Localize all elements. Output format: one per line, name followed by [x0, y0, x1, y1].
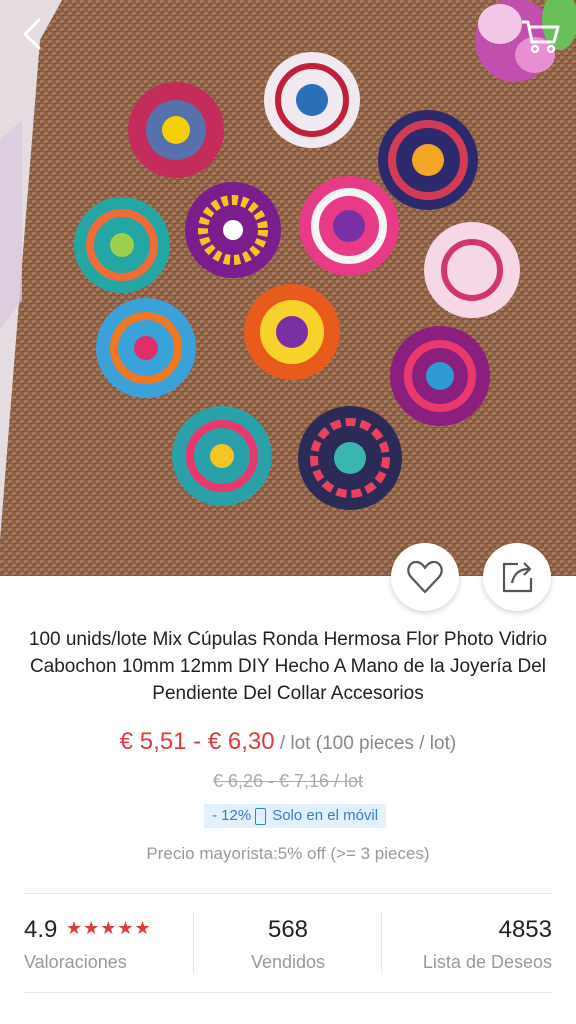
discount-percent: - 12% — [212, 807, 252, 824]
price-range: € 5,51 - € 6,30 — [119, 728, 275, 755]
share-icon — [502, 562, 533, 593]
product-title: 100 unids/lote Mix Cúpulas Ronda Hermosa… — [28, 629, 548, 704]
rating-stat[interactable]: 4.9 ★★★★★ Valoraciones — [24, 894, 194, 992]
rating-value: 4.9 — [24, 916, 58, 943]
sold-stat: 568 Vendidos — [194, 894, 382, 992]
discount-label: Solo en el móvil — [272, 807, 379, 824]
sold-value: 568 — [267, 916, 309, 943]
share-button[interactable] — [483, 543, 551, 611]
product-photo — [0, 0, 576, 576]
wishlist-stat: 4853 Lista de Deseos — [382, 894, 552, 992]
wishlist-button[interactable] — [391, 543, 459, 611]
stats-bar: 4.9 ★★★★★ Valoraciones 568 Vendidos 4853… — [0, 894, 576, 992]
star-rating-icon: ★★★★★ — [66, 918, 152, 938]
divider — [24, 992, 552, 993]
price-row: € 5,51 - € 6,30 / lot (100 pieces / lot) — [0, 728, 576, 756]
heart-outline-icon — [407, 560, 443, 594]
shopping-cart-icon — [522, 20, 560, 54]
back-button[interactable] — [14, 14, 54, 54]
wholesale-price: Precio mayorista:5% off (>= 3 pieces) — [146, 844, 430, 863]
wishlist-value: 4853 — [498, 916, 552, 943]
wishlist-label: Lista de Deseos — [422, 952, 552, 972]
mobile-discount-badge: - 12% Solo en el móvil — [204, 804, 387, 828]
product-image[interactable] — [0, 0, 576, 576]
cart-button[interactable] — [518, 14, 562, 58]
mobile-phone-icon — [255, 807, 267, 825]
original-price: € 6,26 - € 7,16 / lot — [212, 771, 364, 791]
price-unit: / lot (100 pieces / lot) — [274, 733, 457, 754]
rating-label: Valoraciones — [24, 952, 127, 972]
chevron-left-icon — [23, 18, 41, 50]
sold-label: Vendidos — [250, 952, 326, 972]
